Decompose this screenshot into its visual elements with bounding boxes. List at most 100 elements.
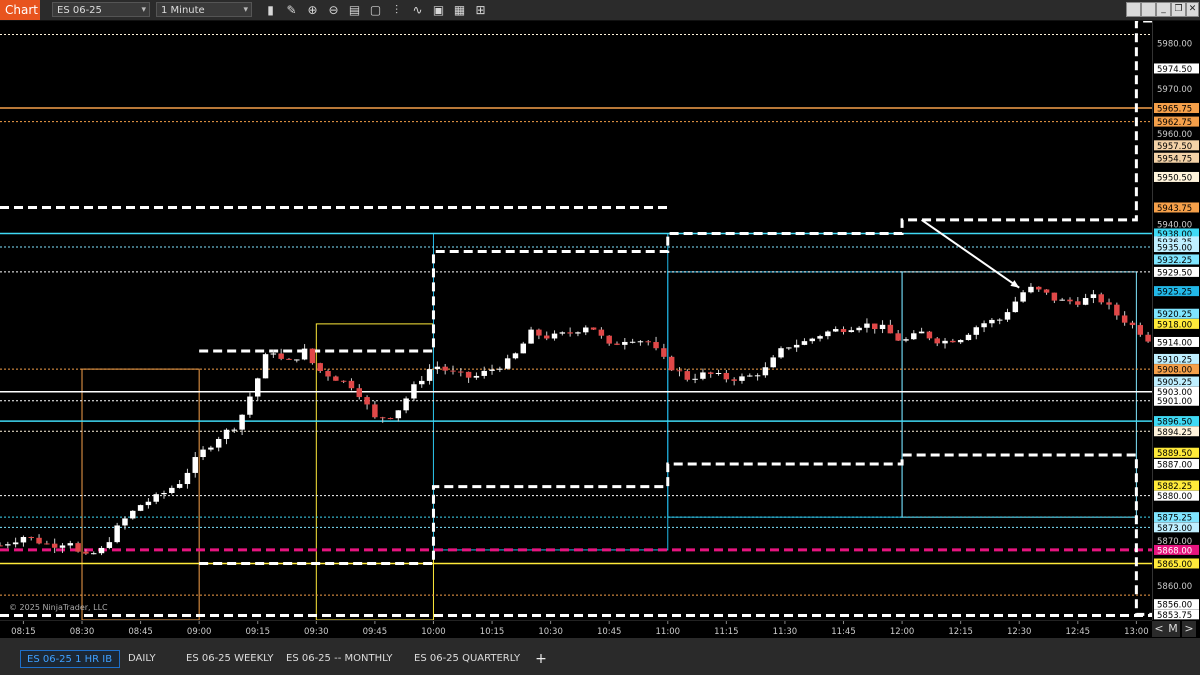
close-icon[interactable]: ✕: [1186, 2, 1199, 17]
minimize-icon[interactable]: [1126, 2, 1141, 17]
candle-body: [387, 418, 394, 420]
candle-body: [801, 341, 808, 345]
ib-low-step-line[interactable]: [199, 453, 1152, 616]
candle-body: [12, 542, 19, 545]
candle-body: [536, 329, 542, 336]
chart-template-icon[interactable]: ▦: [451, 2, 468, 18]
price-marker-label: 5905.25: [1157, 378, 1192, 388]
candle-body: [583, 327, 589, 333]
candle-body: [926, 331, 933, 339]
candle-body: [145, 501, 152, 506]
time-tick-label: 11:15: [714, 627, 739, 637]
time-tick-label: 10:15: [480, 627, 505, 637]
candle-body: [762, 367, 769, 376]
candle-body: [567, 332, 573, 334]
candle-body: [309, 348, 316, 364]
candle-body: [333, 376, 339, 381]
candle-body: [942, 340, 948, 344]
tab-weekly[interactable]: ES 06-25 WEEKLY: [180, 650, 276, 668]
candle-body: [372, 404, 378, 418]
draw-tool-icon[interactable]: ✎: [283, 2, 300, 18]
candle-body: [262, 354, 269, 379]
candle-body: [223, 429, 230, 439]
scroll-left-button[interactable]: <: [1152, 621, 1166, 637]
candle-body: [1012, 301, 1019, 313]
toolbar-icon-group: ▮ ✎ ⊕ ⊖ ▤ ▢ ⫶ ∿ ▣ ▦ ⊞: [262, 2, 489, 18]
candle-body: [512, 353, 519, 359]
chart-trader-icon[interactable]: ▣: [430, 2, 447, 18]
candle-body: [36, 537, 42, 544]
candle-body: [723, 372, 730, 380]
price-marker-label: 5880.00: [1157, 492, 1192, 502]
restore-icon[interactable]: ❐: [1171, 2, 1186, 17]
time-tick-label: 08:45: [128, 627, 153, 637]
price-axis[interactable]: 5980.00 5970.00 5960.00 5940.00 5870.00 5860.…: [1152, 21, 1200, 621]
candle-body: [1028, 286, 1034, 293]
axis-mode-button[interactable]: M: [1166, 621, 1180, 637]
time-tick-label: 10:45: [597, 627, 622, 637]
candle-body: [637, 341, 644, 343]
zoom-in-icon[interactable]: ⊕: [304, 2, 321, 18]
chart-title-tab[interactable]: Chart: [0, 0, 40, 20]
price-marker-label: 5914.00: [1157, 338, 1192, 348]
time-tick-label: 11:30: [773, 627, 798, 637]
candle-body: [176, 484, 183, 488]
candle-body: [379, 417, 386, 419]
price-marker-label: 5856.00: [1157, 601, 1192, 611]
candle-body: [28, 537, 34, 539]
interval-select[interactable]: 1 Minute ▾: [156, 2, 252, 17]
candle-body: [294, 359, 300, 361]
time-tick-label: 12:15: [948, 627, 973, 637]
price-tick-label: 5860.00: [1157, 582, 1192, 592]
candle-body: [653, 342, 659, 349]
instrument-select[interactable]: ES 06-25 ▾: [52, 2, 150, 17]
zoom-out-icon[interactable]: ⊖: [325, 2, 342, 18]
candle-body: [497, 368, 503, 370]
bar-type-icon[interactable]: ▮: [262, 2, 279, 18]
price-tick-label: 5980.00: [1157, 40, 1192, 50]
candle-body: [255, 378, 261, 397]
tab-daily[interactable]: DAILY: [122, 650, 176, 668]
tab-monthly[interactable]: ES 06-25 -- MONTHLY: [280, 650, 400, 668]
add-tab-button[interactable]: +: [532, 650, 550, 668]
candle-body: [1051, 292, 1058, 301]
candle-body: [317, 363, 323, 371]
candle-body: [879, 324, 886, 330]
price-marker-label: 5943.75: [1157, 204, 1192, 214]
candle-body: [489, 369, 495, 371]
price-marker-label: 5873.00: [1157, 524, 1192, 534]
candle-body: [1145, 334, 1151, 342]
price-marker-label: 5865.00: [1157, 560, 1192, 570]
candle-body: [215, 438, 222, 448]
price-marker-label: 5910.25: [1157, 355, 1192, 365]
candle-body: [700, 372, 706, 379]
share-icon[interactable]: ⊞: [472, 2, 489, 18]
arrow-annotation[interactable]: [921, 219, 1020, 289]
time-tick-label: 09:45: [363, 627, 388, 637]
price-axis-labels: 5980.005970.005960.005940.005870.005860.…: [1154, 40, 1199, 621]
candle-body: [754, 375, 761, 377]
price-marker-label: 5894.25: [1157, 428, 1192, 438]
data-box-icon[interactable]: ▢: [367, 2, 384, 18]
minimize-window-icon[interactable]: _: [1156, 2, 1171, 17]
candle-body: [887, 324, 894, 334]
candle-body: [786, 347, 792, 349]
time-axis[interactable]: 08:15 08:30 08:45 09:00 09:15 09:30 09:45 10:00…: [0, 620, 1152, 639]
time-tick-label: 08:15: [11, 627, 36, 637]
candle-body: [973, 327, 980, 335]
time-tick-label: 09:00: [187, 627, 212, 637]
candle-body: [832, 329, 839, 332]
tab-1hr-ib[interactable]: ES 06-25 1 HR IB: [20, 650, 120, 668]
strategies-icon[interactable]: ∿: [409, 2, 426, 18]
candle-body: [356, 388, 363, 398]
indicators-icon[interactable]: ⫶: [388, 2, 405, 18]
scroll-right-button[interactable]: >: [1182, 621, 1196, 637]
session-box: [901, 271, 1137, 518]
price-marker-label: 5929.50: [1157, 268, 1192, 278]
ib-high-step-line[interactable]: [199, 21, 1152, 353]
price-chart[interactable]: [0, 21, 1152, 620]
chart-panel[interactable]: [0, 21, 1200, 638]
tab-quarterly[interactable]: ES 06-25 QUARTERLY: [408, 650, 528, 668]
properties-icon[interactable]: ▤: [346, 2, 363, 18]
tile-icon[interactable]: [1141, 2, 1156, 17]
